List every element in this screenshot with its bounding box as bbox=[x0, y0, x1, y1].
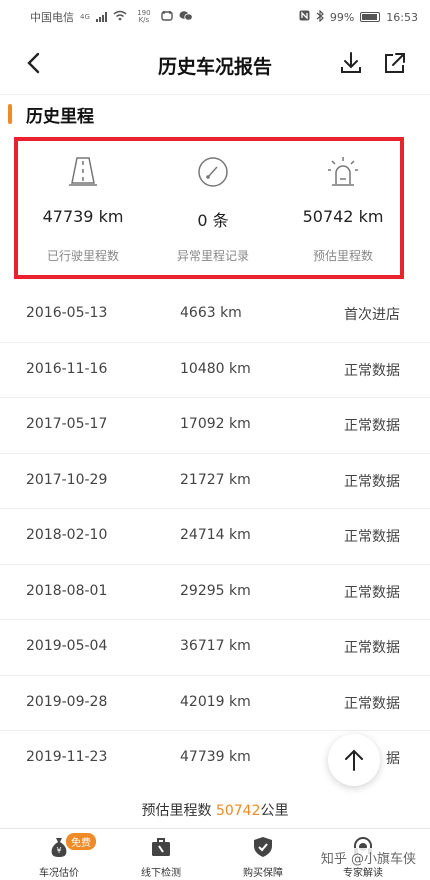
wifi-icon bbox=[113, 10, 127, 24]
nav-label: 线下检测 bbox=[141, 868, 181, 879]
nav-purchase-protection[interactable]: 购买保障 bbox=[218, 829, 308, 880]
header-divider bbox=[0, 94, 430, 95]
record-date: 2019-05-04 bbox=[26, 638, 108, 654]
network-type: 4G bbox=[80, 12, 90, 21]
scroll-to-top-button[interactable] bbox=[328, 734, 380, 786]
mileage-record-list: 2016-05-13 4663 km 首次进店 2016-11-16 10480… bbox=[0, 287, 430, 787]
footer-prefix: 预估里程数 bbox=[141, 803, 216, 819]
list-item: 2018-08-01 29295 km 正常数据 bbox=[0, 565, 430, 620]
abnormal-records-value: 0 条 bbox=[197, 211, 229, 230]
download-button[interactable] bbox=[338, 50, 364, 76]
record-date: 2016-11-16 bbox=[26, 360, 108, 377]
section-accent-bar bbox=[8, 104, 12, 124]
nav-valuation[interactable]: ¥ 免费 车况估价 bbox=[14, 829, 104, 880]
record-status: 据 bbox=[386, 751, 400, 767]
driven-mileage-value: 47739 km bbox=[42, 207, 124, 226]
status-bar: 中国电信 4G 190 K/s 99% 16:53 bbox=[0, 0, 430, 34]
free-badge: 免费 bbox=[66, 833, 96, 850]
notification-icon bbox=[161, 10, 173, 24]
battery-icon bbox=[360, 12, 381, 22]
nav-label: 车况估价 bbox=[39, 868, 79, 879]
driven-mileage-label: 已行驶里程数 bbox=[46, 249, 119, 263]
record-date: 2016-05-13 bbox=[26, 305, 108, 321]
carrier-label: 中国电信 bbox=[30, 11, 74, 24]
estimated-mileage-note: 预估里程数 50742公里 bbox=[0, 800, 430, 820]
share-external-icon bbox=[385, 53, 405, 73]
driven-mileage-stat: 47739 km 已行驶里程数 bbox=[18, 141, 148, 275]
record-status: 首次进店 bbox=[344, 307, 400, 323]
record-status: 正常数据 bbox=[344, 529, 400, 545]
download-icon bbox=[341, 52, 361, 73]
road-icon bbox=[69, 157, 97, 186]
list-item: 2018-02-10 24714 km 正常数据 bbox=[0, 509, 430, 565]
record-status: 正常数据 bbox=[344, 584, 400, 601]
record-status: 正常数据 bbox=[344, 695, 400, 712]
list-item: 2019-05-04 36717 km 正常数据 bbox=[0, 620, 430, 676]
record-date: 2017-05-17 bbox=[26, 416, 108, 432]
nfc-icon bbox=[299, 10, 310, 24]
footer-suffix: 公里 bbox=[260, 803, 289, 819]
wechat-icon bbox=[179, 10, 193, 24]
record-status: 正常数据 bbox=[344, 362, 400, 379]
estimated-mileage-label: 预估里程数 bbox=[312, 249, 373, 263]
record-mileage: 4663 km bbox=[180, 305, 242, 321]
section-header: 历史里程 bbox=[0, 100, 430, 130]
list-item: 2019-09-28 42019 km 正常数据 bbox=[0, 676, 430, 731]
clock: 16:53 bbox=[386, 10, 418, 24]
nav-offline-inspection[interactable]: 线下检测 bbox=[116, 829, 206, 880]
record-mileage: 47739 km bbox=[180, 749, 251, 765]
record-mileage: 29295 km bbox=[180, 582, 251, 599]
record-date: 2018-08-01 bbox=[26, 582, 108, 599]
record-mileage: 21727 km bbox=[180, 471, 251, 488]
speedometer-icon bbox=[198, 157, 228, 187]
record-mileage: 17092 km bbox=[180, 416, 251, 432]
footer-highlight-value: 50742 bbox=[215, 803, 261, 819]
toolbox-icon bbox=[152, 838, 170, 856]
section-title: 历史里程 bbox=[26, 107, 94, 127]
source-watermark: 知乎 @小旗车侠 bbox=[316, 848, 420, 867]
abnormal-records-stat: 0 条 异常里程记录 bbox=[148, 141, 278, 275]
list-item: 2016-11-16 10480 km 正常数据 bbox=[0, 343, 430, 398]
battery-percent: 99% bbox=[329, 10, 355, 24]
record-date: 2017-10-29 bbox=[26, 471, 108, 488]
record-status: 正常数据 bbox=[344, 418, 400, 434]
share-button[interactable] bbox=[382, 50, 408, 76]
list-item: 2016-05-13 4663 km 首次进店 bbox=[0, 287, 430, 343]
record-mileage: 24714 km bbox=[180, 527, 251, 543]
record-date: 2019-09-28 bbox=[26, 693, 108, 710]
shield-check-icon bbox=[254, 837, 272, 857]
svg-text:¥: ¥ bbox=[56, 846, 61, 855]
bluetooth-icon bbox=[316, 9, 324, 25]
record-mileage: 36717 km bbox=[180, 638, 251, 654]
list-item: 2017-05-17 17092 km 正常数据 bbox=[0, 398, 430, 454]
list-item: 2017-10-29 21727 km 正常数据 bbox=[0, 454, 430, 509]
page-title: 历史车况报告 bbox=[157, 56, 272, 78]
top-app-bar: 历史车况报告 bbox=[0, 40, 430, 88]
alarm-light-icon bbox=[328, 157, 358, 186]
record-date: 2019-11-23 bbox=[26, 749, 108, 765]
mileage-summary-box: 47739 km 已行驶里程数 0 条 异常里程记录 50742 km 预估里程… bbox=[14, 137, 404, 279]
record-mileage: 42019 km bbox=[180, 693, 251, 710]
record-status: 正常数据 bbox=[344, 473, 400, 490]
nav-label: 购买保障 bbox=[243, 868, 283, 879]
arrow-up-icon bbox=[345, 749, 363, 771]
network-speed: 190 K/s bbox=[137, 9, 151, 24]
abnormal-records-label: 异常里程记录 bbox=[176, 249, 249, 263]
record-date: 2018-02-10 bbox=[26, 527, 108, 543]
estimated-mileage-stat: 50742 km 预估里程数 bbox=[278, 141, 408, 275]
estimated-mileage-value: 50742 km bbox=[302, 207, 384, 226]
record-status: 正常数据 bbox=[344, 640, 400, 656]
record-mileage: 10480 km bbox=[180, 360, 251, 377]
signal-icon bbox=[95, 12, 107, 22]
